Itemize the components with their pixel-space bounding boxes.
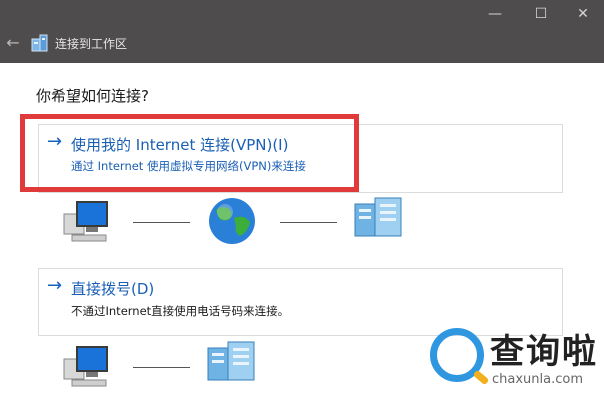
back-arrow-icon[interactable]: ← [3,33,23,53]
network-app-icon [31,34,48,52]
maximize-button[interactable]: ☐ [518,0,564,28]
watermark-brand: 查询啦 [490,332,598,372]
connection-line [280,222,337,223]
globe-icon [209,198,255,244]
right-arrow-icon: → [47,275,63,296]
computer-icon [63,201,108,242]
page-heading: 你希望如何连接? [36,87,149,105]
server-icon [354,197,402,237]
title-bar: — ☐ ✕ ← 连接到工作区 [0,0,604,63]
minimize-button[interactable]: — [472,0,518,28]
computer-icon [63,346,108,387]
watermark-domain: chaxunla.com [492,372,583,387]
connection-line [133,222,190,223]
connection-line [133,367,190,368]
highlight-annotation [20,114,359,192]
watermark-logo: 查询啦 chaxunla.com [420,318,604,410]
option-title: 直接拨号(D) [71,280,155,298]
magnifier-logo-icon [430,328,484,382]
window-title: 连接到工作区 [55,37,128,51]
server-icon [207,341,255,381]
close-button[interactable]: ✕ [560,0,604,28]
option-description: 不通过Internet直接使用电话号码来连接。 [71,304,290,318]
